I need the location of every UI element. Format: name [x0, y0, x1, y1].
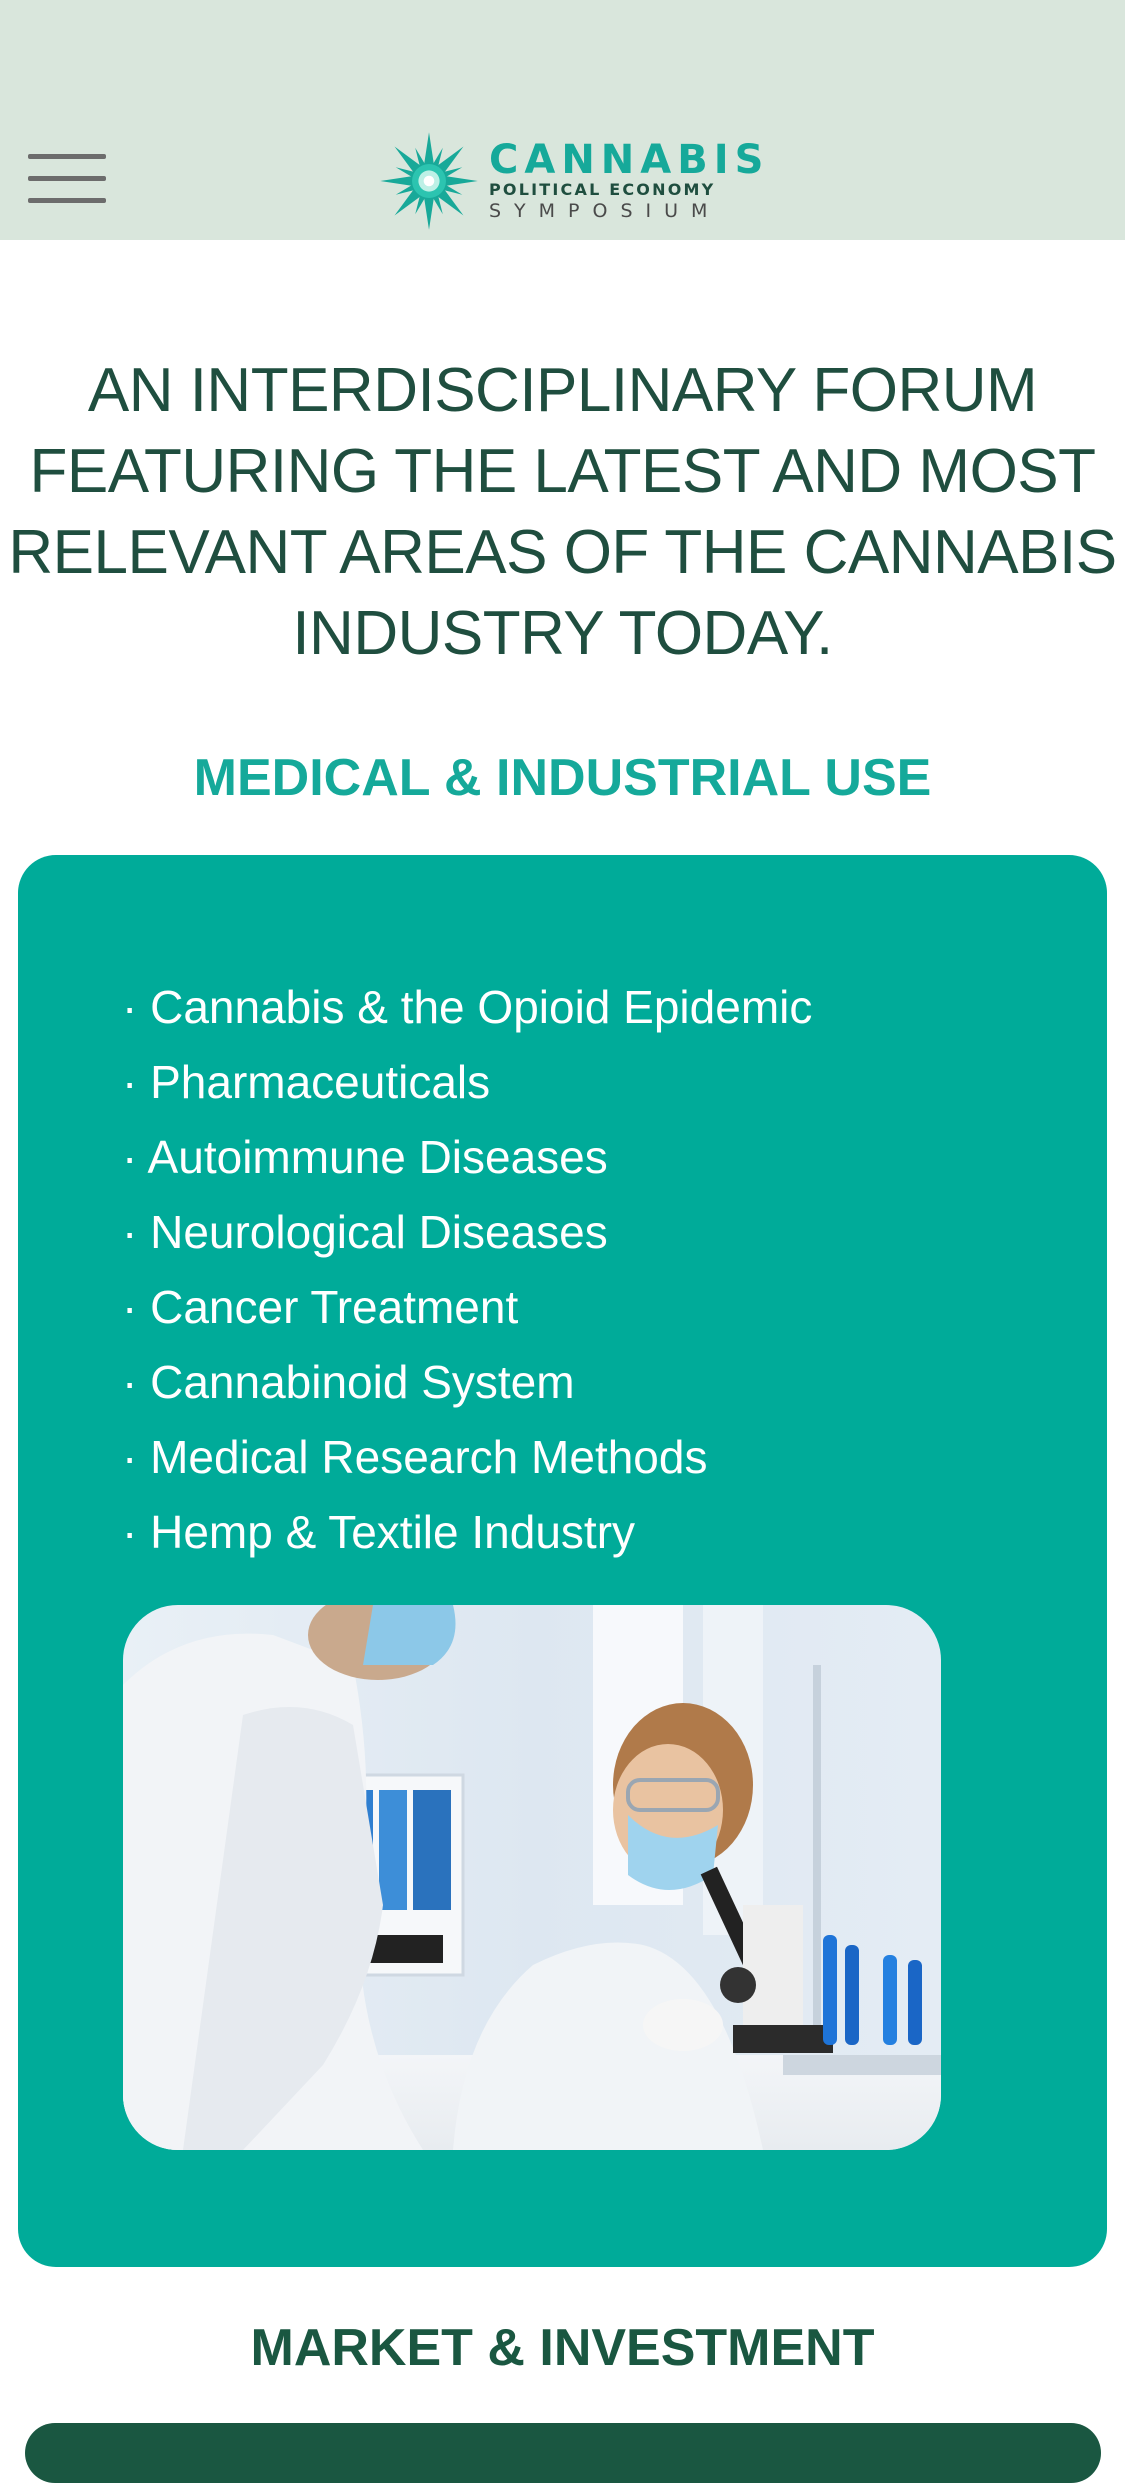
- hamburger-menu-icon[interactable]: [28, 152, 106, 206]
- menu-bar-middle: [28, 176, 106, 181]
- list-item: · Neurological Diseases: [122, 1206, 608, 1258]
- logo-tagline: SYMPOSIUM: [489, 200, 721, 222]
- menu-bar-bottom: [28, 198, 106, 203]
- section-title-market: MARKET & INVESTMENT: [250, 2319, 875, 2377]
- list-item: · Cannabis & the Opioid Epidemic: [122, 981, 813, 1033]
- hero-tagline: AN INTERDISCIPLINARY FORUM FEATURING THE…: [8, 356, 1117, 668]
- market-topics-card: [25, 2423, 1101, 2483]
- list-item: · Hemp & Textile Industry: [122, 1506, 636, 1558]
- logo-wordmark: CANNABIS: [489, 137, 770, 183]
- lab-researchers-photo: [123, 1605, 941, 2150]
- list-item: · Cancer Treatment: [122, 1281, 519, 1333]
- list-item: · Cannabinoid System: [122, 1356, 575, 1408]
- site-header: CANNABIS POLITICAL ECONOMY SYMPOSIUM: [0, 0, 1125, 240]
- menu-bar-top: [28, 154, 106, 159]
- starburst-logo-icon: [380, 132, 478, 230]
- medical-topics-card: · Cannabis & the Opioid Epidemic · Pharm…: [18, 855, 1107, 2267]
- section-title-medical: MEDICAL & INDUSTRIAL USE: [193, 749, 932, 807]
- logo-subtitle: POLITICAL ECONOMY: [489, 180, 716, 199]
- site-logo[interactable]: CANNABIS POLITICAL ECONOMY SYMPOSIUM: [376, 128, 763, 238]
- list-item: · Medical Research Methods: [122, 1431, 708, 1483]
- topic-list: · Cannabis & the Opioid Epidemic · Pharm…: [122, 970, 812, 1570]
- list-item: · Pharmaceuticals: [122, 1056, 491, 1108]
- list-item: · Autoimmune Diseases: [122, 1131, 608, 1183]
